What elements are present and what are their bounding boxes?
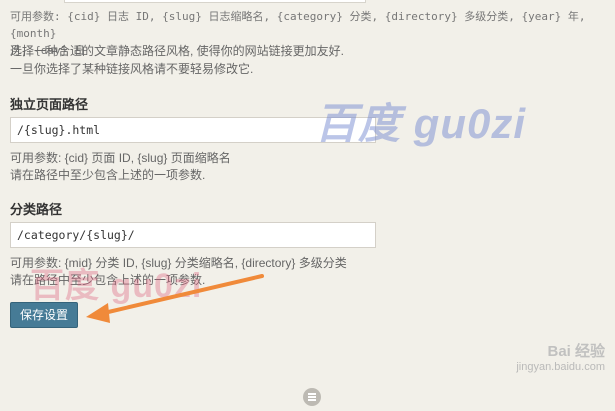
previous-input-edge[interactable] (64, 0, 366, 3)
category-path-input[interactable]: /category/{slug}/ (10, 222, 376, 248)
list-icon[interactable] (303, 388, 321, 406)
warn-hint: 一旦你选择了某种链接风格请不要轻易修改它. (10, 62, 254, 76)
choose-style-hint: 选择一种合适的文章静态路径风格, 使得你的网站链接更加友好. (10, 44, 345, 58)
site-watermark-url: jingyan.baidu.com (516, 361, 605, 373)
page-path-label: 独立页面路径 (10, 97, 89, 112)
watermark-top: 百度 gu0zi (315, 100, 527, 147)
watermark-bottom: 百度 gu0zi (30, 267, 203, 305)
page-path-params: 可用参数: {cid} 页面 ID, {slug} 页面缩略名 (10, 151, 231, 165)
intro-params-line: 可用参数: {cid} 日志 ID, {slug} 日志缩略名, {catego… (10, 10, 586, 40)
site-watermark-brand: Bai 经验 (547, 343, 605, 360)
site-watermark: Bai 经验 jingyan.baidu.com (516, 340, 605, 373)
page-path-hint: 请在路径中至少包含上述的一项参数. (10, 168, 206, 182)
category-path-label: 分类路径 (10, 202, 63, 217)
permalink-settings-page: 可用参数: {cid} 日志 ID, {slug} 日志缩略名, {catego… (0, 0, 615, 411)
